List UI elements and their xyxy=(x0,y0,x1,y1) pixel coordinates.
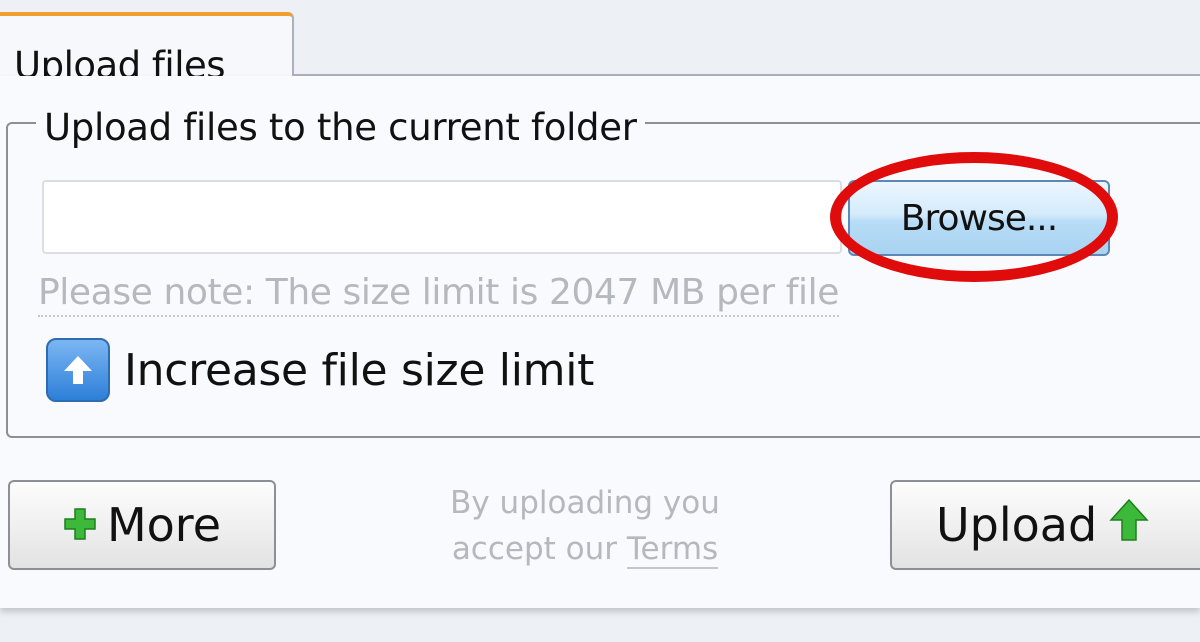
upload-button-label: Upload xyxy=(936,498,1098,552)
browse-button-label: Browse... xyxy=(900,197,1058,239)
terms-line-2: accept our Terms xyxy=(400,526,770,572)
arrow-up-icon xyxy=(46,338,110,402)
plus-icon xyxy=(63,498,97,552)
file-path-input[interactable] xyxy=(42,180,842,254)
terms-link[interactable]: Terms xyxy=(626,531,719,569)
increase-limit-label: Increase file size limit xyxy=(124,344,595,396)
size-limit-note: Please note: The size limit is 2047 MB p… xyxy=(38,272,839,317)
more-button[interactable]: More xyxy=(8,480,276,570)
more-button-label: More xyxy=(106,498,222,552)
arrow-up-icon xyxy=(1109,498,1149,553)
terms-prefix: accept our xyxy=(451,531,627,567)
terms-notice: By uploading you accept our Terms xyxy=(400,480,770,572)
increase-limit-link[interactable]: Increase file size limit xyxy=(46,338,594,402)
fieldset-legend: Upload files to the current folder xyxy=(36,106,645,149)
tab-upload-files[interactable]: Upload files xyxy=(0,12,294,87)
upload-dialog: Upload files Upload files to the current… xyxy=(0,0,1200,642)
terms-line-1: By uploading you xyxy=(450,485,720,521)
upload-button[interactable]: Upload xyxy=(890,480,1200,570)
browse-button[interactable]: Browse... xyxy=(848,180,1110,256)
